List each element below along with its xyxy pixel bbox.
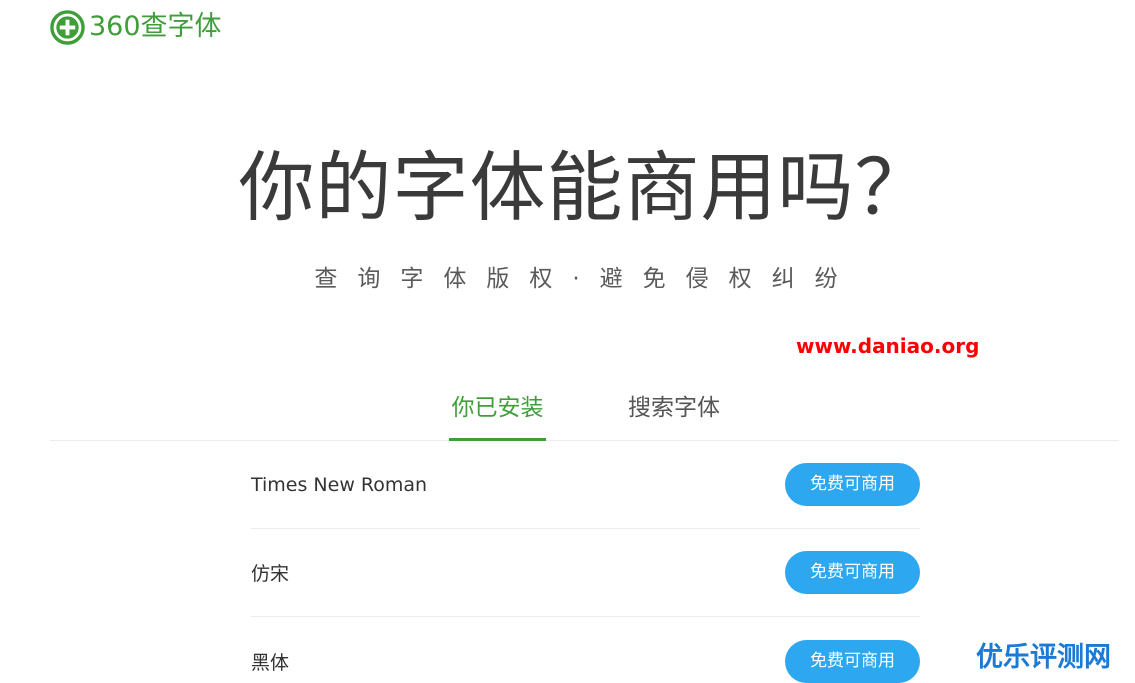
font-name: 仿宋	[251, 563, 290, 585]
page: 360查字体 你的字体能商用吗？ 查询字体版权·避免侵权纠纷 www.dania…	[0, 0, 1135, 683]
plus-circle-icon	[50, 9, 85, 45]
hero-subtitle: 查询字体版权·避免侵权纠纷	[314, 266, 858, 292]
font-row: 黑体 免费可商用	[251, 617, 920, 683]
font-row: Times New Roman 免费可商用	[251, 441, 920, 529]
license-status-button[interactable]: 免费可商用	[785, 463, 920, 506]
license-status-button[interactable]: 免费可商用	[785, 639, 920, 683]
watermark-site-name: 优乐评测网	[976, 642, 1111, 673]
font-row: 仿宋 免费可商用	[251, 529, 920, 617]
watermark-url: www.daniao.org	[796, 334, 980, 358]
font-name: Times New Roman	[251, 473, 428, 496]
tab-bar: 你已安装 搜索字体	[50, 380, 1119, 441]
license-status-button[interactable]: 免费可商用	[785, 551, 920, 594]
installed-font-list: Times New Roman 免费可商用 仿宋 免费可商用 黑体 免费可商用	[251, 441, 920, 683]
site-logo[interactable]: 360查字体	[50, 9, 222, 45]
logo-text: 360查字体	[89, 11, 222, 42]
tab-installed[interactable]: 你已安装	[449, 388, 546, 441]
font-name: 黑体	[251, 651, 290, 674]
tab-search-fonts[interactable]: 搜索字体	[624, 388, 724, 441]
hero-title: 你的字体能商用吗？	[238, 143, 932, 232]
